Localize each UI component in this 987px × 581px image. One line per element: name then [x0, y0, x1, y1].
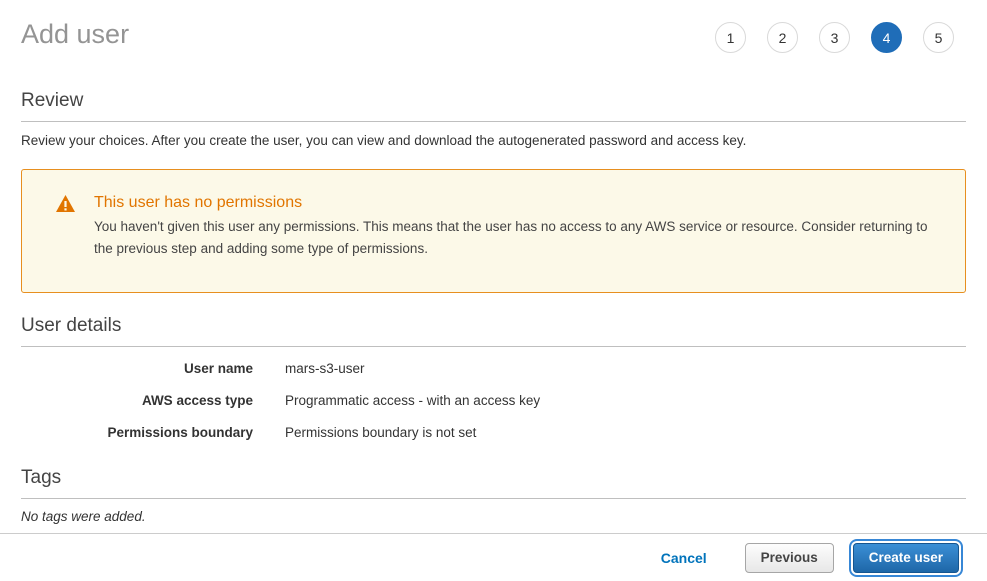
tags-empty-message: No tags were added. [21, 509, 966, 524]
tags-section-heading: Tags [21, 467, 966, 499]
warning-title: This user has no permissions [94, 193, 945, 213]
page-title: Add user [21, 18, 129, 50]
create-user-button[interactable]: Create user [853, 543, 959, 573]
detail-value: Permissions boundary is not set [285, 425, 476, 440]
wizard-footer: Cancel Previous Create user [0, 533, 987, 581]
step-1[interactable]: 1 [715, 22, 746, 53]
user-details-section-heading: User details [21, 315, 966, 347]
detail-label: Permissions boundary [21, 425, 253, 440]
step-indicator: 1 2 3 4 5 [715, 22, 954, 53]
step-5[interactable]: 5 [923, 22, 954, 53]
review-description: Review your choices. After you create th… [21, 132, 966, 150]
detail-row-user-name: User name mars-s3-user [21, 361, 966, 376]
detail-row-access-type: AWS access type Programmatic access - wi… [21, 393, 966, 408]
cancel-link[interactable]: Cancel [661, 550, 707, 566]
detail-value: mars-s3-user [285, 361, 365, 376]
warning-body: You haven't given this user any permissi… [94, 216, 945, 260]
detail-row-permissions-boundary: Permissions boundary Permissions boundar… [21, 425, 966, 440]
warning-triangle-icon [56, 195, 75, 217]
step-4-active[interactable]: 4 [871, 22, 902, 53]
step-3[interactable]: 3 [819, 22, 850, 53]
previous-button[interactable]: Previous [745, 543, 834, 573]
review-section-heading: Review [21, 90, 966, 122]
wizard-header: Add user 1 2 3 4 5 [21, 0, 966, 53]
no-permissions-warning-banner: This user has no permissions You haven't… [21, 169, 966, 293]
detail-value: Programmatic access - with an access key [285, 393, 540, 408]
user-details-list: User name mars-s3-user AWS access type P… [21, 361, 966, 440]
detail-label: User name [21, 361, 253, 376]
warning-content: This user has no permissions You haven't… [94, 193, 945, 260]
step-2[interactable]: 2 [767, 22, 798, 53]
detail-label: AWS access type [21, 393, 253, 408]
